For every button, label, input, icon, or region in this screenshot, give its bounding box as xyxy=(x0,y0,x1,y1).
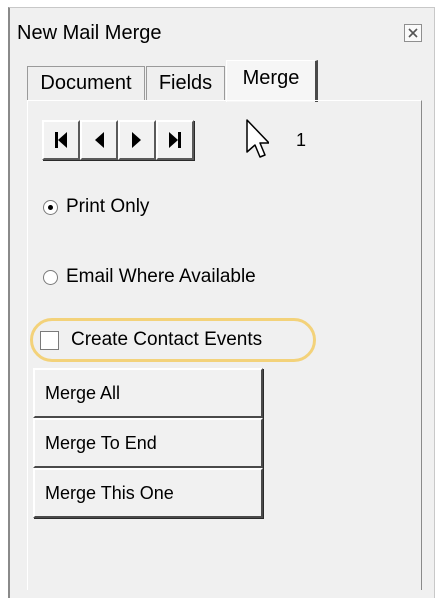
first-record-button[interactable] xyxy=(42,120,80,160)
radio-selected-icon[interactable] xyxy=(43,199,58,215)
checkbox[interactable] xyxy=(40,330,59,350)
current-record-number: 1 xyxy=(296,130,307,150)
radio-unselected-icon[interactable] xyxy=(43,269,58,285)
mouse-cursor-icon xyxy=(246,119,269,158)
window-title: New Mail Merge xyxy=(17,22,162,44)
merge-to-end-button[interactable]: Merge To End xyxy=(33,418,263,468)
last-record-icon xyxy=(169,132,181,148)
merge-this-one-button[interactable]: Merge This One xyxy=(33,468,263,518)
last-record-button[interactable] xyxy=(156,120,194,160)
merge-all-button[interactable]: Merge All xyxy=(33,368,263,418)
create-contact-events-label: Create Contact Events xyxy=(71,329,263,350)
first-record-icon xyxy=(55,132,67,148)
next-record-button[interactable] xyxy=(118,120,156,160)
close-icon xyxy=(408,28,418,38)
close-button[interactable] xyxy=(404,24,422,42)
tab-fields[interactable]: Fields xyxy=(146,66,225,100)
tab-label: Document xyxy=(40,72,132,94)
create-contact-events-option[interactable]: Create Contact Events xyxy=(40,329,262,351)
tab-merge[interactable]: Merge xyxy=(226,60,318,102)
tab-label: Fields xyxy=(158,72,213,94)
previous-record-button[interactable] xyxy=(80,120,118,160)
email-option[interactable]: Email Where Available xyxy=(43,266,256,288)
email-option-label: Email Where Available xyxy=(66,266,256,287)
tab-document[interactable]: Document xyxy=(27,66,145,100)
previous-record-icon xyxy=(95,132,104,148)
print-only-option[interactable]: Print Only xyxy=(43,196,149,218)
print-only-label: Print Only xyxy=(66,196,150,217)
next-record-icon xyxy=(132,132,141,148)
tab-label: Merge xyxy=(242,67,300,89)
